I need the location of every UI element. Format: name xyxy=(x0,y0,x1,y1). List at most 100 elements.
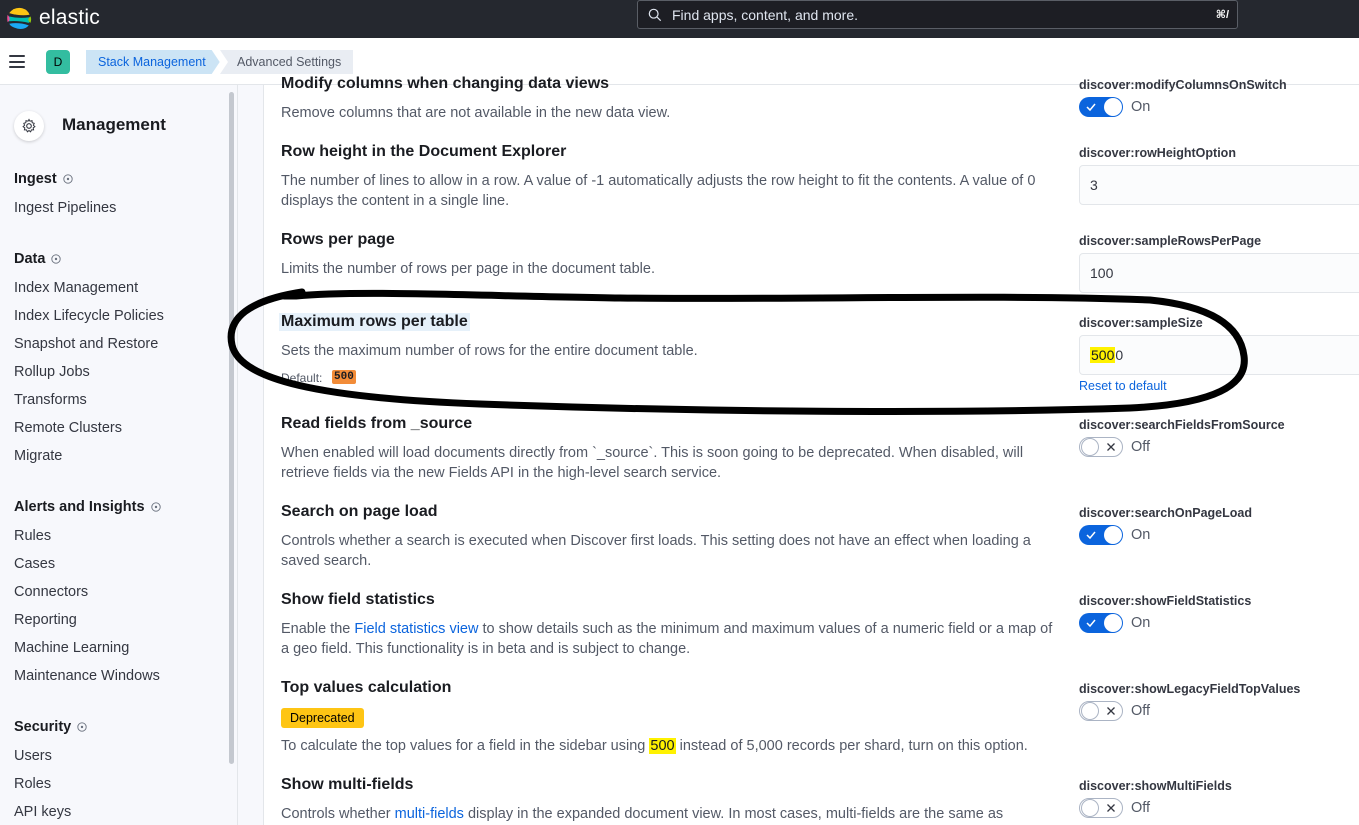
menu-toggle-icon[interactable] xyxy=(9,55,25,68)
check-icon xyxy=(1086,531,1096,540)
check-icon xyxy=(1086,103,1096,112)
setting-key: discover:rowHeightOption xyxy=(1079,146,1236,160)
toggle-state-label: Off xyxy=(1131,800,1151,816)
cross-icon xyxy=(1107,804,1115,812)
toggle-state-label: On xyxy=(1131,615,1151,631)
sidebar-item-users[interactable]: Users xyxy=(14,748,52,764)
deprecated-badge: Deprecated xyxy=(281,708,364,728)
setting-description: Limits the number of rows per page in th… xyxy=(281,261,655,277)
breadcrumb-advanced-settings: Advanced Settings xyxy=(220,50,354,74)
sidebar-section-data: Data xyxy=(14,251,62,267)
info-icon[interactable] xyxy=(51,254,62,264)
toggle-switch[interactable] xyxy=(1079,701,1123,721)
sidebar-item-index-management[interactable]: Index Management xyxy=(14,280,138,296)
setting-title: Show multi-fields xyxy=(281,776,414,793)
setting-title: Top values calculation xyxy=(281,679,452,696)
sidebar-item-index-lifecycle-policies[interactable]: Index Lifecycle Policies xyxy=(14,308,164,324)
reset-to-default-link[interactable]: Reset to default xyxy=(1079,379,1167,393)
search-shortcut: ⌘/ xyxy=(1215,9,1229,21)
management-sidebar: Management Ingest Ingest Pipelines Data … xyxy=(0,85,238,825)
sidebar-item-rollup-jobs[interactable]: Rollup Jobs xyxy=(14,364,90,380)
toggle-switch[interactable] xyxy=(1079,97,1123,117)
sidebar-item-maintenance-windows[interactable]: Maintenance Windows xyxy=(14,668,160,684)
toggle-switch[interactable] xyxy=(1079,613,1123,633)
toggle-switch[interactable] xyxy=(1079,437,1123,457)
global-search-bar[interactable]: ⌘/ xyxy=(637,0,1238,29)
sidebar-item-connectors[interactable]: Connectors xyxy=(14,584,88,600)
toggle-state-label: Off xyxy=(1131,439,1151,455)
setting-key: discover:showMultiFields xyxy=(1079,779,1232,793)
sidebar-item-api-keys[interactable]: API keys xyxy=(14,804,71,820)
settings-panel: Modify columns when changing data views … xyxy=(263,75,1359,825)
sidebar-item-ingest-pipelines[interactable]: Ingest Pipelines xyxy=(14,200,116,216)
row-height-input[interactable]: 3 xyxy=(1079,165,1359,205)
setting-title: Rows per page xyxy=(281,231,395,248)
field-statistics-link[interactable]: Field statistics view xyxy=(354,621,478,637)
sidebar-item-machine-learning[interactable]: Machine Learning xyxy=(14,640,129,656)
toggle-state-label: Off xyxy=(1131,703,1151,719)
sidebar-title: Management xyxy=(62,115,166,134)
check-icon xyxy=(1086,619,1096,628)
setting-description: When enabled will load documents directl… xyxy=(281,445,1024,481)
toggle-switch[interactable] xyxy=(1079,525,1123,545)
setting-title: Maximum rows per table xyxy=(279,313,470,331)
setting-description: Controls whether multi-fields display in… xyxy=(281,806,1004,822)
multi-fields-link[interactable]: multi-fields xyxy=(395,806,464,822)
setting-key: discover:showLegacyFieldTopValues xyxy=(1079,682,1301,696)
search-input[interactable] xyxy=(672,6,1192,23)
space-avatar[interactable]: D xyxy=(46,50,70,74)
top-header: elastic ⌘/ xyxy=(0,0,1359,38)
rows-per-page-input[interactable]: 100 xyxy=(1079,253,1359,293)
sidebar-item-transforms[interactable]: Transforms xyxy=(14,392,87,408)
setting-key: discover:sampleRowsPerPage xyxy=(1079,234,1262,248)
sidebar-item-migrate[interactable]: Migrate xyxy=(14,448,62,464)
sidebar-item-remote-clusters[interactable]: Remote Clusters xyxy=(14,420,122,436)
setting-key: discover:showFieldStatistics xyxy=(1079,594,1252,608)
sidebar-item-cases[interactable]: Cases xyxy=(14,556,55,572)
multi-fields-toggle[interactable]: Off xyxy=(1079,798,1150,818)
input-value-highlight: 500 xyxy=(1090,347,1116,363)
top-values-toggle[interactable]: Off xyxy=(1079,701,1150,721)
setting-key: discover:modifyColumnsOnSwitch xyxy=(1079,78,1287,92)
setting-key: discover:searchOnPageLoad xyxy=(1079,506,1252,520)
search-on-load-toggle[interactable]: On xyxy=(1079,525,1150,545)
cross-icon xyxy=(1107,707,1115,715)
sidebar-section-security: Security xyxy=(14,719,87,735)
elastic-logo[interactable]: elastic xyxy=(6,4,100,32)
read-source-toggle[interactable]: Off xyxy=(1079,437,1150,457)
main-content: Modify columns when changing data views … xyxy=(238,75,1359,825)
info-icon[interactable] xyxy=(150,502,161,512)
setting-key: discover:sampleSize xyxy=(1079,316,1203,330)
breadcrumb-stack-management[interactable]: Stack Management xyxy=(86,50,220,74)
setting-description: To calculate the top values for a field … xyxy=(281,738,1028,754)
setting-title: Show field statistics xyxy=(281,591,435,608)
default-value: 500 xyxy=(332,370,356,384)
setting-title: Search on page load xyxy=(281,503,438,520)
modify-columns-toggle[interactable]: On xyxy=(1079,97,1150,117)
info-icon[interactable] xyxy=(63,174,73,184)
sidebar-item-snapshot-restore[interactable]: Snapshot and Restore xyxy=(14,336,158,352)
sidebar-scrollbar[interactable] xyxy=(229,92,234,764)
gear-icon xyxy=(14,111,44,141)
setting-key: discover:searchFieldsFromSource xyxy=(1079,418,1285,432)
info-icon[interactable] xyxy=(77,722,87,732)
sidebar-item-roles[interactable]: Roles xyxy=(14,776,51,792)
sidebar-item-rules[interactable]: Rules xyxy=(14,528,51,544)
max-rows-input[interactable]: 500 0 xyxy=(1079,335,1359,375)
search-icon xyxy=(648,8,662,21)
elastic-logo-icon xyxy=(7,7,32,29)
sidebar-section-alerts: Alerts and Insights xyxy=(14,499,161,515)
setting-title: Row height in the Document Explorer xyxy=(281,143,567,160)
cross-icon xyxy=(1107,443,1115,451)
toggle-switch[interactable] xyxy=(1079,798,1123,818)
field-stats-toggle[interactable]: On xyxy=(1079,613,1150,633)
setting-description: The number of lines to allow in a row. A… xyxy=(281,173,1036,209)
input-value-rest: 0 xyxy=(1115,347,1124,363)
setting-description: Remove columns that are not available in… xyxy=(281,105,671,121)
setting-title: Modify columns when changing data views xyxy=(281,75,610,92)
setting-description: Controls whether a search is executed wh… xyxy=(281,533,1031,569)
toggle-state-label: On xyxy=(1131,527,1151,543)
sidebar-item-reporting[interactable]: Reporting xyxy=(14,612,77,628)
logo-text: elastic xyxy=(39,6,100,29)
toggle-state-label: On xyxy=(1131,99,1151,115)
